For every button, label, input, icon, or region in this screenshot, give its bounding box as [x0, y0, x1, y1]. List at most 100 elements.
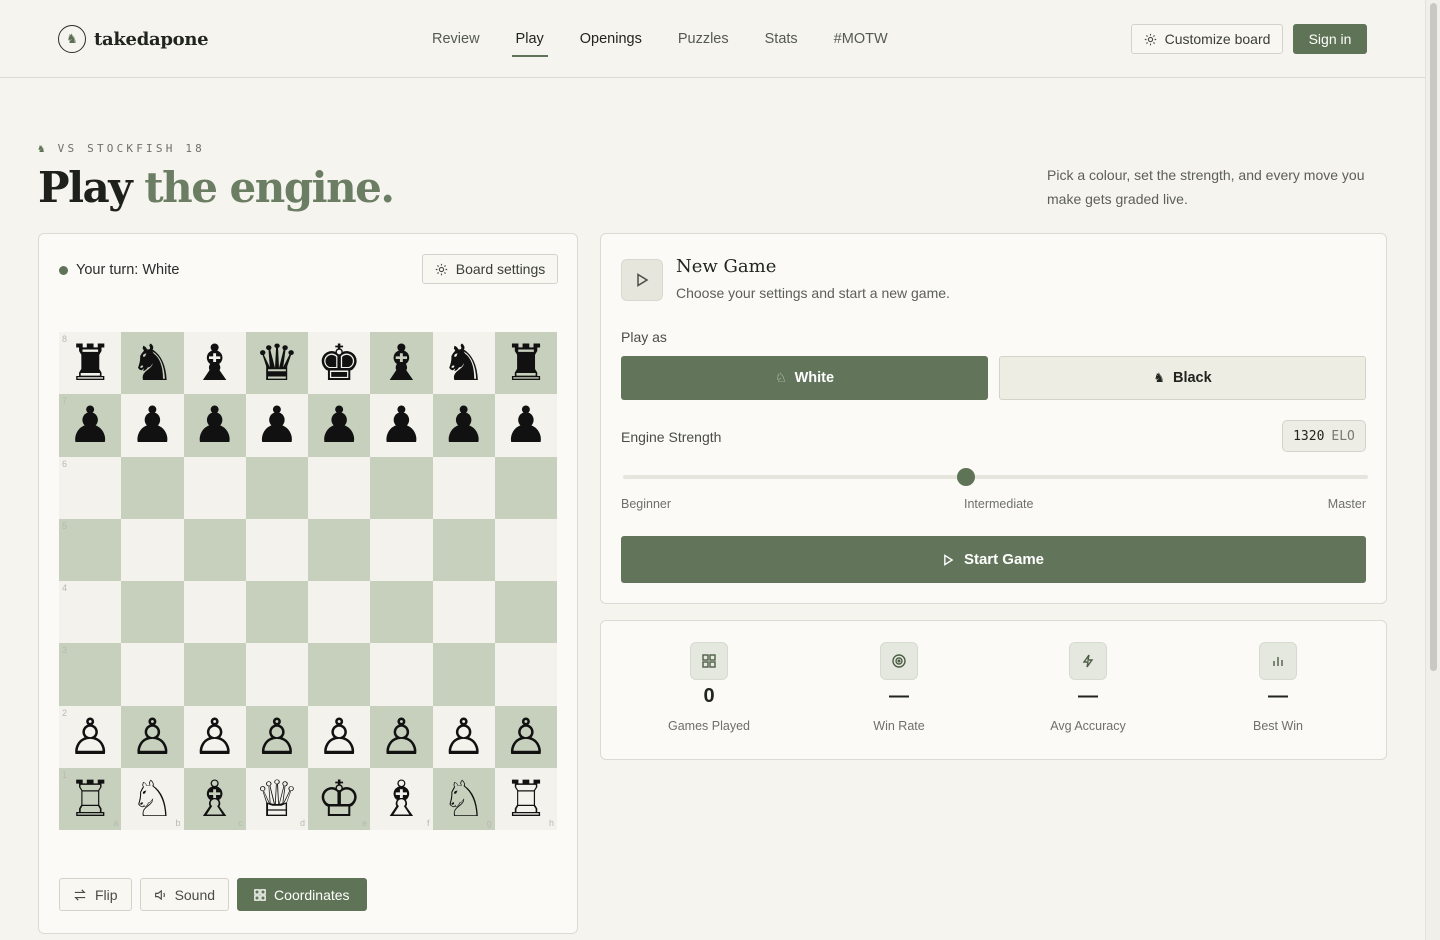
square-d2[interactable]: ♙ — [245, 705, 308, 768]
square-b7[interactable]: ♟ — [121, 394, 184, 457]
square-f8[interactable]: ♝ — [370, 332, 433, 395]
square-d8[interactable]: ♛ — [245, 332, 308, 395]
square-a8[interactable]: 8 ♜ — [59, 332, 122, 395]
chess-piece[interactable]: ♟ — [130, 400, 175, 450]
flip-button[interactable]: Flip — [59, 878, 132, 911]
square-h2[interactable]: ♙ — [494, 705, 557, 768]
square-f6[interactable] — [370, 456, 433, 519]
square-g2[interactable]: ♙ — [432, 705, 495, 768]
square-g1[interactable]: g ♘ — [432, 767, 495, 830]
square-f4[interactable] — [370, 581, 433, 644]
square-a4[interactable]: 4 — [59, 581, 122, 644]
chess-board[interactable]: 8 ♜ ♞ ♝ ♛ ♚ ♝ ♞ ♜ 7 ♟ ♟ ♟ ♟ ♟ ♟ ♟ ♟ 6 5 4 3 2 ♙ ♙ ♙ ♙ ♙ ♙ ♙ ♙ 1 a ♖ b ♘ c ♗ d ♕… — [59, 332, 557, 830]
page-scrollbar[interactable] — [1425, 0, 1440, 940]
play-as-white-button[interactable]: ♘ White — [621, 356, 988, 400]
square-e1[interactable]: e ♔ — [308, 767, 371, 830]
square-b3[interactable] — [121, 643, 184, 706]
nav-stats[interactable]: Stats — [747, 0, 816, 78]
chess-piece[interactable]: ♟ — [379, 400, 424, 450]
square-c4[interactable] — [183, 581, 246, 644]
square-e7[interactable]: ♟ — [308, 394, 371, 457]
play-as-black-button[interactable]: ♞ Black — [999, 356, 1366, 400]
chess-piece[interactable]: ♟ — [192, 400, 237, 450]
chess-piece[interactable]: ♖ — [503, 774, 548, 824]
square-a3[interactable]: 3 — [59, 643, 122, 706]
square-h5[interactable] — [494, 518, 557, 581]
chess-piece[interactable]: ♜ — [503, 338, 548, 388]
chess-piece[interactable]: ♙ — [192, 712, 237, 762]
nav-motw[interactable]: #MOTW — [816, 0, 906, 78]
square-g6[interactable] — [432, 456, 495, 519]
square-c5[interactable] — [183, 518, 246, 581]
square-e2[interactable]: ♙ — [308, 705, 371, 768]
strength-slider-thumb[interactable] — [956, 468, 975, 486]
square-h6[interactable] — [494, 456, 557, 519]
square-b4[interactable] — [121, 581, 184, 644]
square-e4[interactable] — [308, 581, 371, 644]
chess-piece[interactable]: ♟ — [503, 400, 548, 450]
sound-button[interactable]: Sound — [139, 878, 230, 911]
chess-piece[interactable]: ♝ — [379, 338, 424, 388]
board-settings-button[interactable]: Board settings — [422, 254, 558, 284]
square-e3[interactable] — [308, 643, 371, 706]
chess-piece[interactable]: ♙ — [317, 712, 362, 762]
nav-play[interactable]: Play — [498, 0, 562, 78]
square-c1[interactable]: c ♗ — [183, 767, 246, 830]
square-c6[interactable] — [183, 456, 246, 519]
chess-piece[interactable]: ♕ — [254, 774, 299, 824]
square-d1[interactable]: d ♕ — [245, 767, 308, 830]
square-f1[interactable]: f ♗ — [370, 767, 433, 830]
coordinates-button[interactable]: Coordinates — [237, 878, 367, 911]
chess-piece[interactable]: ♛ — [254, 338, 299, 388]
scrollbar-thumb[interactable] — [1430, 3, 1437, 671]
chess-piece[interactable]: ♙ — [130, 712, 175, 762]
square-f3[interactable] — [370, 643, 433, 706]
square-a2[interactable]: 2 ♙ — [59, 705, 122, 768]
square-g7[interactable]: ♟ — [432, 394, 495, 457]
square-f7[interactable]: ♟ — [370, 394, 433, 457]
square-d3[interactable] — [245, 643, 308, 706]
square-g3[interactable] — [432, 643, 495, 706]
square-g8[interactable]: ♞ — [432, 332, 495, 395]
square-b2[interactable]: ♙ — [121, 705, 184, 768]
chess-piece[interactable]: ♟ — [68, 400, 113, 450]
square-h7[interactable]: ♟ — [494, 394, 557, 457]
chess-piece[interactable]: ♙ — [254, 712, 299, 762]
square-d4[interactable] — [245, 581, 308, 644]
square-h1[interactable]: h ♖ — [494, 767, 557, 830]
square-d6[interactable] — [245, 456, 308, 519]
nav-openings[interactable]: Openings — [562, 0, 660, 78]
chess-piece[interactable]: ♟ — [441, 400, 486, 450]
square-b5[interactable] — [121, 518, 184, 581]
customize-board-button[interactable]: Customize board — [1131, 24, 1283, 54]
chess-piece[interactable]: ♙ — [441, 712, 486, 762]
square-d7[interactable]: ♟ — [245, 394, 308, 457]
square-h8[interactable]: ♜ — [494, 332, 557, 395]
square-d5[interactable] — [245, 518, 308, 581]
square-a5[interactable]: 5 — [59, 518, 122, 581]
chess-piece[interactable]: ♙ — [68, 712, 113, 762]
chess-piece[interactable]: ♝ — [192, 338, 237, 388]
chess-piece[interactable]: ♖ — [68, 774, 113, 824]
square-b1[interactable]: b ♘ — [121, 767, 184, 830]
chess-piece[interactable]: ♟ — [317, 400, 362, 450]
start-game-button[interactable]: Start Game — [621, 536, 1366, 583]
chess-piece[interactable]: ♗ — [379, 774, 424, 824]
square-e8[interactable]: ♚ — [308, 332, 371, 395]
square-g5[interactable] — [432, 518, 495, 581]
square-f2[interactable]: ♙ — [370, 705, 433, 768]
chess-piece[interactable]: ♟ — [254, 400, 299, 450]
chess-piece[interactable]: ♞ — [441, 338, 486, 388]
chess-piece[interactable]: ♚ — [317, 338, 362, 388]
chess-piece[interactable]: ♞ — [130, 338, 175, 388]
square-g4[interactable] — [432, 581, 495, 644]
square-c8[interactable]: ♝ — [183, 332, 246, 395]
chess-piece[interactable]: ♙ — [503, 712, 548, 762]
chess-piece[interactable]: ♗ — [192, 774, 237, 824]
square-e6[interactable] — [308, 456, 371, 519]
chess-piece[interactable]: ♔ — [317, 774, 362, 824]
square-h4[interactable] — [494, 581, 557, 644]
nav-puzzles[interactable]: Puzzles — [660, 0, 747, 78]
square-a6[interactable]: 6 — [59, 456, 122, 519]
chess-piece[interactable]: ♙ — [379, 712, 424, 762]
